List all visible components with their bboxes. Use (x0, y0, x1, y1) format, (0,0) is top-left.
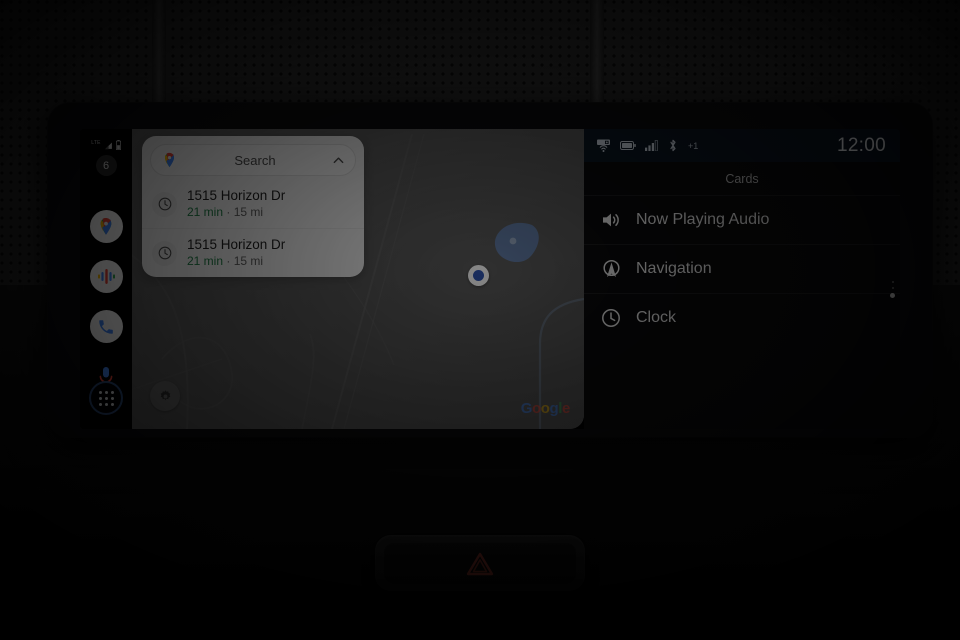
car-interior-scene: LTE 6 Search 1515 Horizon Dr 21 min · 15… (0, 0, 960, 640)
suggestion-subtitle: 21 min · 15 mi (187, 254, 285, 269)
phone-icon (99, 319, 113, 334)
card-label: Clock (636, 309, 677, 326)
hazard-light-button[interactable] (375, 535, 585, 591)
signal-bars-icon (645, 140, 659, 151)
cards-header: Cards (725, 172, 759, 186)
hazard-triangle-icon (466, 552, 494, 575)
suggestion-title: 1515 Horizon Dr (187, 188, 286, 203)
card-clock[interactable]: Clock (584, 293, 900, 342)
gear-icon (160, 389, 170, 400)
recent-clock-icon (152, 191, 177, 217)
chevron-up-icon[interactable] (332, 154, 345, 167)
volume-icon (600, 209, 622, 231)
system-status-bar: +1 12:00 (584, 129, 900, 162)
map-view[interactable]: Search 1515 Horizon Dr 21 min · 15 mi 15… (132, 129, 584, 429)
scroll-dot (891, 281, 894, 283)
scroll-dot (891, 287, 894, 289)
search-input[interactable]: Search (150, 144, 356, 176)
battery-icon (620, 141, 636, 150)
recent-clock-icon (152, 240, 177, 266)
card-label: Navigation (636, 260, 712, 277)
google-maps-pin-icon (164, 152, 175, 167)
hazard-button-inner (384, 542, 576, 584)
apps-grid-icon (98, 390, 114, 406)
current-location-dot (468, 265, 489, 286)
clock-icon (600, 307, 622, 329)
card-navigation[interactable]: Navigation (584, 244, 900, 293)
suggestion-distance: 15 mi (233, 254, 264, 268)
suggestion-distance: 15 mi (233, 205, 264, 219)
suggestion-separator: · (223, 205, 234, 219)
infotainment-screen: LTE 6 Search 1515 Horizon Dr 21 min · 15… (80, 129, 900, 429)
sidebar-item-assistant[interactable] (89, 260, 123, 293)
cards-panel: +1 12:00 Cards Now Playing Audio Navigat… (584, 129, 900, 429)
list-item[interactable]: 1515 Horizon Dr 21 min · 15 mi (142, 228, 364, 277)
suggestion-title: 1515 Horizon Dr (187, 237, 286, 252)
battery-icon (115, 140, 121, 150)
navigation-arrow-icon (600, 258, 622, 280)
bluetooth-icon (668, 139, 678, 152)
lte-label: LTE (91, 140, 101, 146)
rail-status-icons: LTE (91, 138, 121, 150)
rail-count-badge[interactable]: 6 (95, 155, 117, 176)
status-extra-count: +1 (688, 140, 699, 151)
left-navigation-rail: LTE 6 (80, 129, 132, 429)
card-label: Now Playing Audio (636, 211, 770, 228)
hotspot-cast-icon (596, 139, 611, 152)
google-maps-icon (100, 217, 112, 235)
maps-search-card: Search 1515 Horizon Dr 21 min · 15 mi 15… (142, 136, 364, 277)
map-settings-button[interactable] (150, 381, 180, 411)
status-bar-clock: 12:00 (836, 134, 886, 156)
suggestion-eta: 21 min (187, 254, 224, 268)
card-now-playing-audio[interactable]: Now Playing Audio (584, 195, 900, 244)
scroll-indicator[interactable] (890, 281, 895, 298)
app-launcher-button[interactable] (89, 381, 123, 415)
head-unit-bezel: LTE 6 Search 1515 Horizon Dr 21 min · 15… (48, 103, 932, 437)
scroll-dot-active (890, 293, 895, 298)
suggestion-separator: · (223, 254, 234, 268)
list-item[interactable]: 1515 Horizon Dr 21 min · 15 mi (142, 180, 364, 228)
google-assistant-icon (97, 269, 115, 284)
signal-bars-icon (103, 141, 113, 150)
rail-app-icons (89, 210, 123, 393)
sidebar-item-maps[interactable] (89, 210, 123, 243)
google-attribution: Google (520, 400, 571, 417)
search-placeholder: Search (234, 152, 276, 168)
suggestion-subtitle: 21 min · 15 mi (187, 205, 285, 220)
suggestion-eta: 21 min (187, 205, 224, 219)
sidebar-item-phone[interactable] (89, 310, 123, 343)
